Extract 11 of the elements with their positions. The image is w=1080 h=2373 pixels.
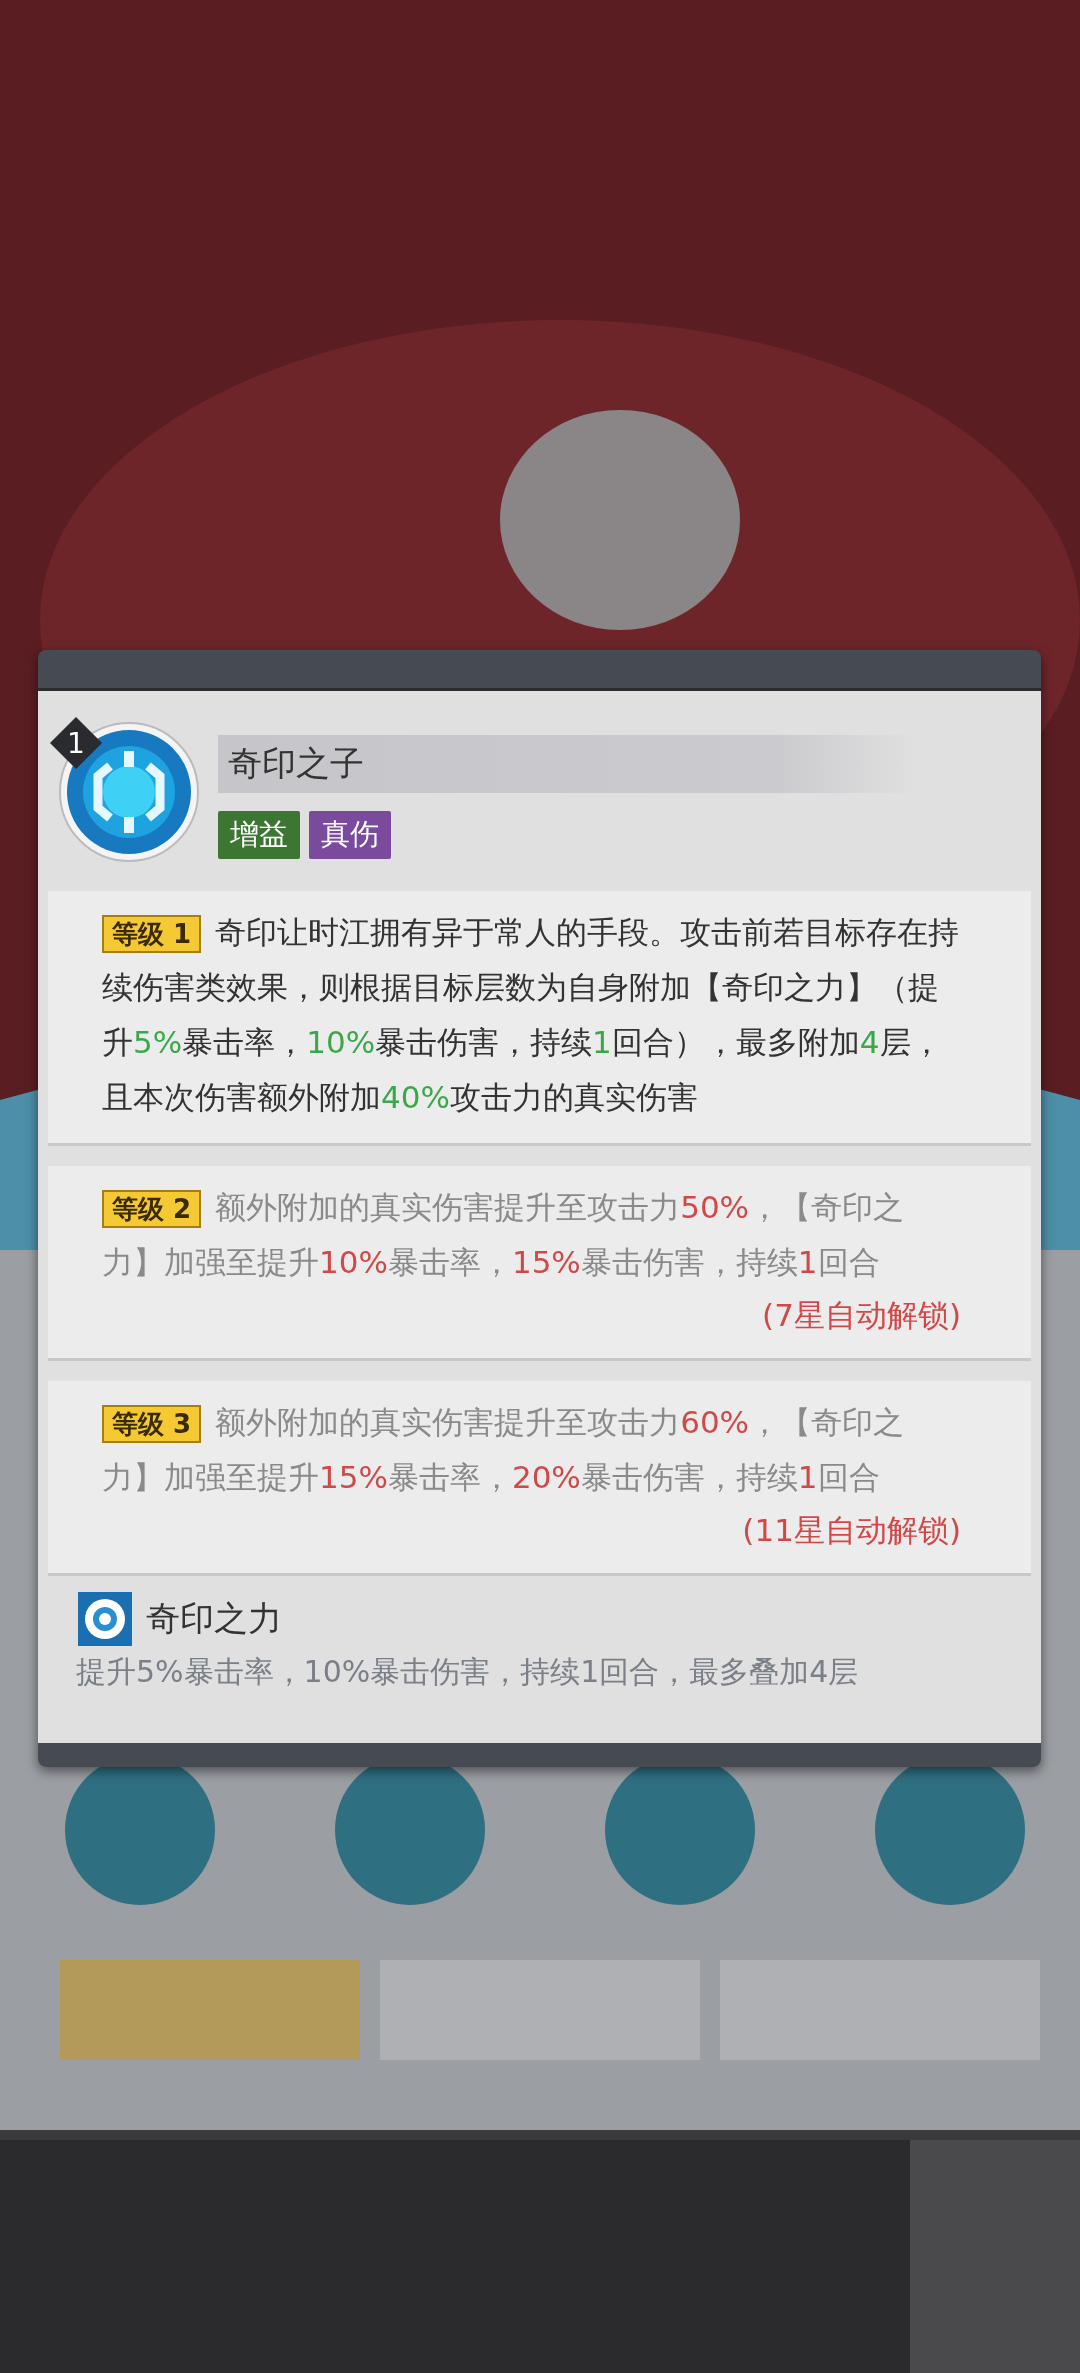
skill-tag: 真伤 bbox=[309, 811, 391, 859]
buff-icon bbox=[78, 1592, 132, 1646]
skill-tag: 增益 bbox=[218, 811, 300, 859]
unlock-note: (7星自动解锁) bbox=[762, 1296, 961, 1335]
buff-name: 奇印之力 bbox=[146, 1597, 282, 1640]
buff-description: 提升5%暴击率，10%暴击伤害，持续1回合，最多叠加4层 bbox=[76, 1653, 860, 1691]
level-description: 等级 3 额外附加的真实伤害提升至攻击力60%，【奇印之力】加强至提升15%暴击率，20%暴击伤害，持续1回合 bbox=[102, 1403, 906, 1497]
skill-icon bbox=[58, 721, 200, 863]
level-description: 等级 2 额外附加的真实伤害提升至攻击力50%，【奇印之力】加强至提升10%暴击率，15%暴击伤害，持续1回合 bbox=[102, 1188, 906, 1282]
unlock-note: (11星自动解锁) bbox=[742, 1511, 961, 1550]
level-description: 等级 1 奇印让时江拥有异于常人的手段。攻击前若目标存在持续伤害类效果，则根据目标层数为自身附加【奇印之力】（提升5%暴击率，10%暴击伤害，持续1回合），最多附加4层，且本次伤害额外附加40%攻击力的真实伤害 bbox=[102, 913, 961, 1117]
